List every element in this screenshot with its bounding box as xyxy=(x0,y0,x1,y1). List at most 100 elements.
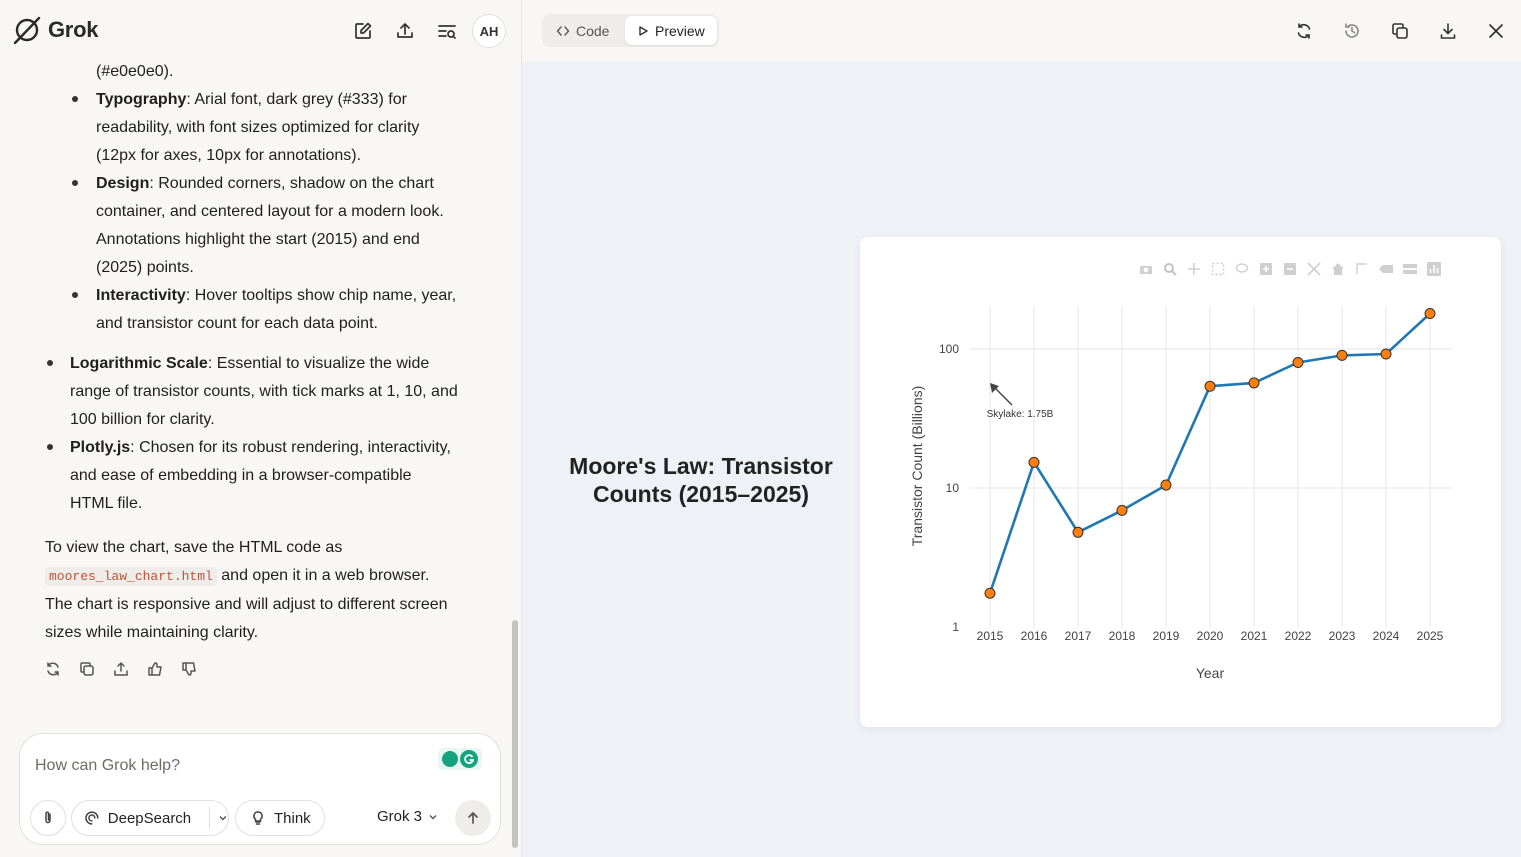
data-point[interactable] xyxy=(1292,356,1304,368)
message-actions xyxy=(44,660,198,678)
send-button[interactable] xyxy=(455,800,491,836)
item-text: : Hover tooltips show chip name, year, xyxy=(185,287,457,304)
item-text: and transistor count for each data point… xyxy=(96,315,378,332)
divider xyxy=(209,807,211,829)
preview-panel: Code Preview Moore's Law: Transistor Cou… xyxy=(521,0,1521,857)
item-text: HTML file. xyxy=(70,495,143,512)
tab-label: Code xyxy=(576,22,610,39)
code-icon xyxy=(556,25,570,36)
copy-icon[interactable] xyxy=(1388,19,1412,43)
x-tick-label: 2025 xyxy=(1417,629,1444,643)
data-point[interactable] xyxy=(1116,504,1128,516)
thumbs-up-icon[interactable] xyxy=(146,660,164,678)
history-icon[interactable] xyxy=(1340,19,1364,43)
chevron-down-icon[interactable] xyxy=(218,813,228,823)
grammarly-icon xyxy=(460,750,478,768)
x-tick-label: 2024 xyxy=(1373,629,1400,643)
data-point[interactable] xyxy=(1424,308,1436,320)
thumbs-down-icon[interactable] xyxy=(180,660,198,678)
x-tick-label: 2020 xyxy=(1197,629,1224,643)
data-point[interactable] xyxy=(1336,349,1348,361)
item-text: : Rounded corners, shadow on the chart xyxy=(149,175,434,192)
prompt-input[interactable] xyxy=(35,752,435,780)
bullet-dot xyxy=(72,96,78,102)
model-selector[interactable]: Grok 3 xyxy=(377,808,438,825)
deepsearch-button[interactable]: DeepSearch xyxy=(71,800,229,836)
list-item: Design: Rounded corners, shadow on the c… xyxy=(96,170,491,282)
regenerate-icon[interactable] xyxy=(44,660,62,678)
y-tick-label: 100 xyxy=(939,342,959,356)
x-tick-label: 2018 xyxy=(1109,629,1136,643)
item-heading: Interactivity xyxy=(96,287,186,304)
paragraph-line: sizes while maintaining clarity. xyxy=(45,624,259,641)
preview-toolbar: Code Preview xyxy=(522,0,1521,62)
paragraph-line: To view the chart, save the HTML code as xyxy=(45,539,343,556)
think-button[interactable]: Think xyxy=(235,800,325,836)
paragraph-line: The chart is responsive and will adjust … xyxy=(45,596,448,613)
assistant-message: (#e0e0e0). Typography: Arial font, dark … xyxy=(0,30,512,710)
x-tick-label: 2022 xyxy=(1285,629,1312,643)
y-axis-title: Transistor Count (Billions) xyxy=(909,386,925,547)
chevron-down-icon xyxy=(429,814,437,819)
tab-label: Preview xyxy=(655,22,705,39)
item-heading: Design xyxy=(96,175,150,192)
x-tick-label: 2015 xyxy=(977,629,1004,643)
y-axis-ticks: 1 10 100 xyxy=(939,342,959,634)
annotation-label: Skylake: 1.75B xyxy=(987,409,1054,420)
share-icon[interactable] xyxy=(112,660,130,678)
tab-code[interactable]: Code xyxy=(544,16,621,45)
item-text: and ease of embedding in a browser-compa… xyxy=(70,467,412,484)
data-point[interactable] xyxy=(1028,456,1040,468)
list-item: Typography: Arial font, dark grey (#333)… xyxy=(96,86,491,170)
chart-container: 1 10 100 2015 2016 2017 2018 2019 2020 2021 2022 2… xyxy=(860,237,1501,727)
chat-scrollbar[interactable] xyxy=(512,620,518,848)
y-tick-label: 10 xyxy=(946,481,960,495)
chat-panel: Grok AH (#e0e0e0). Typography: Arial fon… xyxy=(0,0,521,857)
paperclip-icon xyxy=(45,811,51,824)
data-point[interactable] xyxy=(1380,348,1392,360)
deepsearch-icon xyxy=(85,811,99,825)
data-point[interactable] xyxy=(1248,377,1260,389)
y-tick-label: 1 xyxy=(952,620,959,634)
paragraph-line: and open it in a web browser. xyxy=(216,567,430,584)
refresh-icon[interactable] xyxy=(1292,19,1316,43)
item-text: : Essential to visualize the wide xyxy=(207,355,430,372)
list-item: Plotly.js: Chosen for its robust renderi… xyxy=(70,434,490,518)
bullet-dot xyxy=(72,180,78,186)
download-icon[interactable] xyxy=(1436,19,1460,43)
list-item: Interactivity: Hover tooltips show chip … xyxy=(96,282,491,338)
data-point[interactable] xyxy=(1160,479,1172,491)
data-point[interactable] xyxy=(1072,526,1084,538)
tab-preview[interactable]: Preview xyxy=(625,16,717,45)
x-tick-label: 2016 xyxy=(1021,629,1048,643)
item-text: range of transistor counts, with tick ma… xyxy=(70,383,458,400)
model-label: Grok 3 xyxy=(377,808,423,825)
item-text: (12px for axes, 10px for annotations). xyxy=(96,147,362,164)
item-text: : Arial font, dark grey (#333) for xyxy=(186,91,407,108)
data-point[interactable] xyxy=(1204,380,1216,392)
arrow-up-icon xyxy=(468,811,478,824)
x-tick-label: 2019 xyxy=(1153,629,1180,643)
x-axis-title: Year xyxy=(1196,665,1225,681)
grammarly-badge[interactable] xyxy=(438,748,482,770)
closing-paragraph: To view the chart, save the HTML code as… xyxy=(45,534,485,647)
x-tick-label: 2023 xyxy=(1329,629,1356,643)
item-heading: Logarithmic Scale xyxy=(70,355,208,372)
chart-plot: 110100 2015 2016 2017 2018 2019 2020 2021 2022 2… xyxy=(909,307,1452,681)
bullet-dot xyxy=(47,444,53,450)
bullet-dot xyxy=(72,292,78,298)
close-icon[interactable] xyxy=(1484,19,1508,43)
item-text: Annotations highlight the start (2015) a… xyxy=(96,231,420,248)
bulb-icon xyxy=(442,751,458,767)
item-heading: Typography xyxy=(96,91,187,108)
composer: DeepSearch Think Grok 3 xyxy=(19,733,501,845)
play-icon xyxy=(639,25,648,36)
item-heading: Plotly.js xyxy=(70,439,131,456)
lightbulb-icon xyxy=(253,811,263,825)
attach-button[interactable] xyxy=(30,800,66,836)
data-point[interactable] xyxy=(984,587,996,599)
item-text: (2025) points. xyxy=(96,259,194,276)
filename-code: moores_law_chart.html xyxy=(45,567,217,586)
x-axis-ticks: 2015 2016 2017 2018 2019 2020 2021 2022 2023 2024… xyxy=(977,629,1444,643)
copy-icon[interactable] xyxy=(78,660,96,678)
